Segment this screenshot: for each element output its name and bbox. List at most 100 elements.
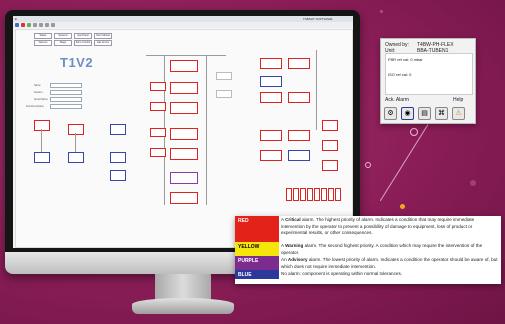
settings-icon[interactable]: ⚙ (384, 107, 397, 120)
component-block[interactable] (150, 102, 166, 111)
legend-tag: RED (235, 216, 279, 242)
component-block[interactable] (110, 124, 126, 135)
level-meter[interactable] (293, 188, 299, 201)
legend-description: A Critical alarm. The highest priority o… (281, 217, 475, 235)
name-field[interactable] (50, 83, 82, 88)
legend-row-purple: PURPLE An Advisory alarm. The lowest pri… (235, 256, 501, 270)
decorative-ring (410, 128, 418, 136)
form-label: Sub-Description (26, 105, 44, 108)
component-block[interactable] (170, 102, 198, 114)
header-button-status[interactable]: Status (34, 33, 52, 39)
legend-row-yellow: YELLOW A Warning alarm. The second highe… (235, 242, 501, 256)
alarm-icon[interactable] (21, 23, 25, 27)
app-logo-icon: ■ (15, 17, 17, 21)
component-block[interactable] (150, 82, 166, 91)
header-button-gas-panel[interactable]: Gas Panel (74, 33, 92, 39)
component-block[interactable] (260, 76, 282, 87)
legend-tag: YELLOW (235, 242, 279, 256)
header-button-vacuum[interactable]: Vacuum (34, 40, 52, 46)
legend-tag: BLUE (235, 270, 279, 279)
legend-description: A Warning alarm. The second highest prio… (281, 243, 483, 255)
popup-icon-bar: ⚙ ◉ ▤ ⌘ ⚠ (384, 107, 472, 121)
component-block[interactable] (170, 172, 198, 184)
refresh-icon[interactable] (27, 23, 31, 27)
decorative-ring (365, 162, 371, 168)
serial-name-field[interactable] (50, 97, 82, 102)
component-block[interactable] (322, 140, 338, 151)
chart-icon[interactable] (39, 23, 43, 27)
screen: ■ TSBSHT SOFTWARE Status Systems Gas Pan… (13, 16, 353, 248)
component-block[interactable] (288, 130, 310, 141)
component-block[interactable] (260, 92, 282, 103)
level-meter[interactable] (328, 188, 334, 201)
component-block[interactable] (260, 58, 282, 69)
monitor-base (132, 298, 234, 314)
ack-alarm-button[interactable]: Ack. Alarm (385, 97, 409, 103)
legend-tag: PURPLE (235, 256, 279, 270)
component-block[interactable] (288, 150, 310, 161)
section-field[interactable] (50, 90, 82, 95)
alarm-icon[interactable]: ◉ (401, 107, 414, 120)
component-block[interactable] (34, 120, 50, 131)
component-block[interactable] (170, 60, 198, 72)
component-block[interactable] (170, 128, 198, 140)
connector-line (75, 133, 76, 152)
chart-icon[interactable]: ▤ (418, 107, 431, 120)
diagram-title: T1V2 (60, 55, 94, 70)
monitor-stand (155, 274, 211, 300)
component-block[interactable] (260, 130, 282, 141)
component-block[interactable] (170, 148, 198, 160)
component-block[interactable] (150, 128, 166, 137)
component-block[interactable] (170, 82, 198, 94)
legend-description: No alarm: component is operating within … (281, 271, 403, 276)
form-label: Section (34, 91, 43, 94)
header-button-diags[interactable]: Diags (54, 40, 72, 46)
bus-line (206, 55, 207, 205)
popup-detail-area: FBR ref val: 0 mbar ISO ref val: 0 (385, 53, 473, 95)
warning-icon[interactable]: ⚠ (452, 107, 465, 120)
header-button-gas-cabinet[interactable]: Gas Cabinet (94, 33, 112, 39)
level-meter[interactable] (314, 188, 320, 201)
component-block[interactable] (68, 124, 84, 135)
component-block[interactable] (322, 120, 338, 131)
bus-line (146, 55, 226, 56)
component-block[interactable] (150, 148, 166, 157)
component-block[interactable] (110, 152, 126, 163)
network-icon[interactable]: ⌘ (435, 107, 448, 120)
print-icon[interactable] (51, 23, 55, 27)
level-meter[interactable] (286, 188, 292, 201)
popup-line: ISO ref val: 0 (388, 72, 412, 77)
settings-icon[interactable] (33, 23, 37, 27)
header-button-zone-control[interactable]: Zone Control (74, 40, 92, 46)
help-button[interactable]: Help (453, 97, 463, 103)
callout-pin (400, 204, 405, 209)
component-block[interactable] (170, 192, 198, 204)
toolbar (13, 22, 353, 28)
level-meter[interactable] (300, 188, 306, 201)
connector-line (41, 129, 42, 152)
level-meter[interactable] (307, 188, 313, 201)
sub-description-field[interactable] (50, 104, 82, 109)
level-meter[interactable] (335, 188, 341, 201)
component-block[interactable] (288, 92, 310, 103)
folder-icon[interactable] (45, 23, 49, 27)
legend-row-red: RED A Critical alarm. The highest priori… (235, 216, 501, 242)
alarm-legend: RED A Critical alarm. The highest priori… (235, 216, 501, 284)
header-button-systems[interactable]: Systems (54, 33, 72, 39)
component-block[interactable] (260, 150, 282, 161)
form-label: Serial Name (34, 98, 48, 101)
header-button-gas-ammo[interactable]: Gas Ammo (94, 40, 112, 46)
component-block[interactable] (110, 170, 126, 181)
component-block[interactable] (34, 152, 50, 163)
component-block[interactable] (216, 72, 232, 80)
level-meter[interactable] (321, 188, 327, 201)
home-icon[interactable] (15, 23, 19, 27)
decorative-dot (380, 10, 383, 13)
component-block[interactable] (68, 152, 84, 163)
legend-row-blue: BLUE No alarm: component is operating wi… (235, 270, 501, 279)
decorative-dot (470, 180, 476, 186)
legend-description: An Advisory alarm. The lowest priority o… (281, 257, 498, 269)
component-block[interactable] (216, 90, 232, 98)
component-block[interactable] (322, 160, 338, 171)
component-block[interactable] (288, 58, 310, 69)
